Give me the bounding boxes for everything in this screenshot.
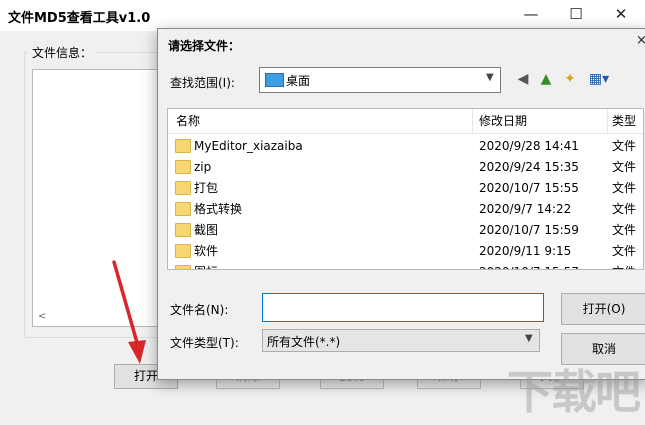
- file-type: 文件: [612, 139, 637, 153]
- column-header-date-label: 修改日期: [479, 114, 528, 128]
- red-arrow-icon: [112, 260, 146, 364]
- file-type: 文件: [612, 181, 637, 195]
- file-type: 文件: [612, 160, 637, 174]
- chevron-down-icon: ▼: [525, 333, 533, 344]
- file-row[interactable]: 截图 2020/10/7 15:59 文件: [168, 220, 643, 241]
- file-name: 软件: [194, 244, 219, 258]
- column-header-name[interactable]: 名称: [168, 109, 473, 134]
- column-header-type[interactable]: 类型: [608, 109, 643, 134]
- file-name: 图标: [194, 262, 218, 269]
- file-date: 2020/10/7 15:57: [479, 262, 579, 269]
- dialog-title: 请选择文件：: [168, 39, 241, 53]
- file-row[interactable]: zip 2020/9/24 15:35 文件: [168, 157, 643, 178]
- close-button[interactable]: ✕: [598, 0, 644, 31]
- watermark-logo: 下载吧: [507, 365, 641, 419]
- look-in-label: 查找范围(I):: [170, 76, 235, 90]
- file-row[interactable]: MyEditor_xiazaiba 2020/9/28 14:41 文件: [168, 136, 643, 157]
- file-row[interactable]: 软件 2020/9/11 9:15 文件: [168, 241, 643, 262]
- file-name: zip: [194, 160, 212, 174]
- file-name: 格式转换: [194, 202, 243, 216]
- chevron-down-icon: ▼: [486, 72, 494, 83]
- filetype-dropdown[interactable]: 所有文件(*.*) ▼: [262, 329, 540, 352]
- desktop-icon: [265, 73, 284, 87]
- folder-icon: [175, 223, 191, 237]
- file-date: 2020/10/7 15:55: [479, 181, 579, 195]
- file-date: 2020/10/7 15:59: [479, 223, 579, 237]
- maximize-button[interactable]: ☐: [553, 0, 599, 31]
- file-date: 2020/9/7 14:22: [479, 202, 572, 216]
- file-name: MyEditor_xiazaiba: [194, 139, 303, 153]
- open-file-dialog: 请选择文件： × 查找范围(I): 桌面 ▼ ◀ ▲ ✦ ▦▾ 名称 修改日期 …: [157, 28, 645, 380]
- filetype-value: 所有文件(*.*): [267, 335, 341, 349]
- file-list[interactable]: 名称 修改日期 类型 MyEditor_xiazaiba 2020/9/28 14…: [167, 108, 644, 270]
- folder-icon: [175, 160, 191, 174]
- minimize-button[interactable]: —: [508, 0, 554, 31]
- folder-icon: [175, 265, 191, 269]
- back-icon[interactable]: ◀: [513, 70, 533, 88]
- view-menu-icon[interactable]: ▦▾: [586, 70, 612, 88]
- file-name: 打包: [194, 181, 219, 195]
- file-date: 2020/9/11 9:15: [479, 244, 572, 258]
- scroll-left-arrow-icon[interactable]: <: [38, 311, 46, 322]
- new-folder-icon[interactable]: ✦: [560, 70, 580, 88]
- file-date: 2020/9/24 15:35: [479, 160, 579, 174]
- up-folder-icon[interactable]: ▲: [536, 70, 556, 88]
- file-type: 文件: [612, 202, 637, 216]
- main-titlebar: 文件MD5查看工具v1.0 — ☐ ✕: [0, 0, 645, 31]
- open-button[interactable]: 打开(O): [561, 293, 645, 325]
- file-row[interactable]: 打包 2020/10/7 15:55 文件: [168, 178, 643, 199]
- file-type: 文件: [612, 244, 637, 258]
- file-name: 截图: [194, 223, 219, 237]
- folder-icon: [175, 244, 191, 258]
- filename-label: 文件名(N):: [170, 303, 229, 317]
- look-in-dropdown[interactable]: 桌面 ▼: [259, 67, 501, 93]
- window-title: 文件MD5查看工具v1.0: [8, 11, 151, 26]
- column-header-name-label: 名称: [176, 114, 201, 128]
- look-in-value: 桌面: [286, 74, 311, 88]
- column-header-type-label: 类型: [612, 114, 637, 128]
- filetype-label: 文件类型(T):: [170, 336, 239, 350]
- file-date: 2020/9/28 14:41: [479, 139, 579, 153]
- column-header-date[interactable]: 修改日期: [473, 109, 608, 134]
- file-info-label: 文件信息：: [28, 44, 97, 61]
- file-type: 文件: [612, 262, 636, 269]
- dialog-close-button[interactable]: ×: [636, 33, 645, 48]
- file-type: 文件: [612, 223, 637, 237]
- file-row[interactable]: 图标 2020/10/7 15:57 文件: [168, 262, 643, 269]
- folder-icon: [175, 181, 191, 195]
- folder-icon: [175, 202, 191, 216]
- folder-icon: [175, 139, 191, 153]
- file-row[interactable]: 格式转换 2020/9/7 14:22 文件: [168, 199, 643, 220]
- filename-input[interactable]: [262, 293, 544, 322]
